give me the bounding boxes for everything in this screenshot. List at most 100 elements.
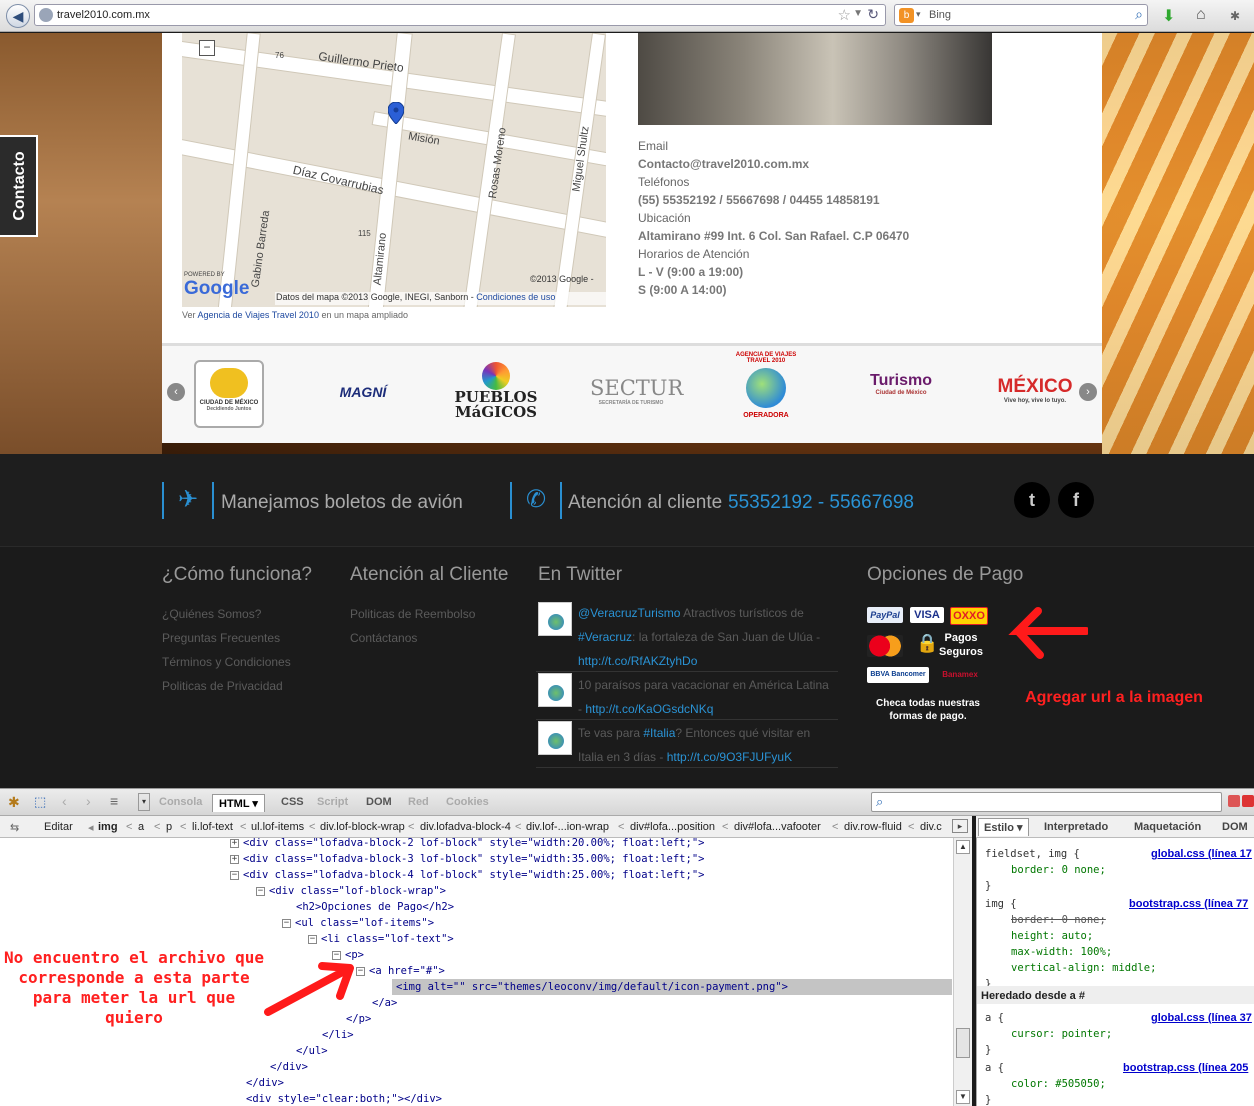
css-property[interactable]: max-width: 100%; — [1011, 944, 1112, 960]
css-property[interactable]: vertical-align: middle; — [1011, 960, 1156, 976]
tab-dom[interactable]: DOM — [366, 796, 392, 808]
breadcrumb-item[interactable]: div.lof-...ion-wrap — [526, 821, 609, 833]
footer-link[interactable]: Términos y Condiciones — [162, 655, 291, 669]
html-node[interactable]: + <div class="lofadva-block-2 lof-block" … — [230, 838, 704, 851]
payment-options-image[interactable]: PayPal VISA OXXO 🔒 Pagos Seguros BBVA Ba… — [866, 605, 990, 725]
breadcrumb-item[interactable]: a — [138, 821, 144, 833]
html-node[interactable]: − <a href="#"> — [356, 963, 445, 979]
contact-tab[interactable]: Contacto — [0, 135, 38, 237]
collapse-icon[interactable]: − — [256, 886, 265, 896]
html-node[interactable]: </div> — [270, 1059, 308, 1075]
css-selector[interactable]: img { — [985, 896, 1017, 912]
breadcrumb-item[interactable]: div.lofadva-block-4 — [420, 821, 511, 833]
view-larger-map-link[interactable]: Agencia de Viajes Travel 2010 — [198, 310, 319, 320]
breadcrumb-item[interactable]: ul.lof-items — [251, 821, 304, 833]
css-property-overridden[interactable]: border: 0 none; — [1011, 912, 1106, 928]
footer-link[interactable]: ¿Quiénes Somos? — [162, 607, 261, 621]
html-node[interactable]: + <div class="lofadva-block-3 lof-block" … — [230, 851, 704, 867]
html-node[interactable]: <h2>Opciones de Pago</h2> — [296, 899, 454, 915]
html-node[interactable]: − <ul class="lof-items"> — [282, 915, 434, 931]
bing-icon[interactable]: b — [899, 8, 914, 23]
logo-turismo[interactable]: Turismo Ciudad de México — [858, 372, 944, 396]
engine-dropdown-icon[interactable]: ▾ — [916, 9, 921, 20]
breadcrumb-item[interactable]: div#lofa...vafooter — [734, 821, 821, 833]
logo-sectur[interactable]: SECTUR SECRETARÍA DE TURISMO — [590, 376, 683, 406]
css-property[interactable]: color: #505050; — [1011, 1076, 1106, 1092]
reload-icon[interactable]: ↻ — [867, 6, 879, 23]
tab-script[interactable]: Script — [317, 796, 348, 808]
home-icon[interactable]: ⌂ — [1196, 6, 1206, 24]
css-property[interactable]: cursor: pointer; — [1011, 1026, 1112, 1042]
html-node-selected[interactable]: <img alt="" src="themes/leoconv/img/defa… — [392, 979, 952, 995]
html-node[interactable]: − <div class="lofadva-block-4 lof-block" … — [230, 867, 704, 883]
tab-red[interactable]: Red — [408, 796, 429, 808]
inspect-icon[interactable]: ⬚ — [34, 794, 46, 810]
terms-link[interactable]: Condiciones de uso — [476, 292, 555, 302]
tab-dom-side[interactable]: DOM — [1222, 821, 1248, 833]
forward-arrow-icon[interactable]: › — [86, 793, 91, 809]
logo-operadora[interactable]: AGENCIA DE VIAJES TRAVEL 2010 OPERADORA — [730, 352, 802, 419]
css-source-link[interactable]: bootstrap.css (línea 77 — [1129, 896, 1248, 912]
back-arrow-icon[interactable]: ‹ — [62, 793, 67, 809]
tweet-avatar[interactable] — [538, 673, 572, 707]
html-node[interactable]: − <div class="lof-block-wrap"> — [256, 883, 446, 899]
tweet-mention-link[interactable]: @VeracruzTurismo — [578, 606, 680, 620]
bookmark-star-icon[interactable]: ☆ — [838, 6, 851, 24]
html-node[interactable]: <div style="clear:both;"></div> — [246, 1091, 442, 1106]
breadcrumb-toggle-icon[interactable]: ⇆ — [10, 821, 19, 834]
panel-menu-icon[interactable]: ▾ — [138, 793, 150, 811]
firebug-icon[interactable]: ✱ — [1230, 9, 1240, 23]
carousel-prev-button[interactable]: ‹ — [167, 383, 185, 401]
expand-icon[interactable]: + — [230, 838, 239, 848]
breadcrumb-item[interactable]: img — [98, 821, 118, 833]
tab-cookies[interactable]: Cookies — [446, 796, 489, 808]
breadcrumb-scroll-icon[interactable]: ▸ — [952, 819, 968, 833]
tab-html[interactable]: HTML ▾ — [212, 794, 265, 812]
tab-consola[interactable]: Consola — [159, 796, 202, 808]
css-selector[interactable]: a { — [985, 1060, 1004, 1076]
footer-link[interactable]: Contáctanos — [350, 631, 417, 645]
html-node[interactable]: </ul> — [296, 1043, 328, 1059]
list-icon[interactable]: ≡ — [110, 793, 118, 809]
facebook-icon[interactable]: f — [1058, 482, 1094, 518]
tab-interpretado[interactable]: Interpretado — [1044, 821, 1108, 833]
download-icon[interactable]: ⬇ — [1162, 6, 1175, 26]
css-source-link[interactable]: bootstrap.css (línea 205 — [1123, 1060, 1248, 1076]
back-button[interactable]: ◀ — [6, 4, 30, 28]
scroll-thumb[interactable] — [956, 1028, 970, 1058]
tweet-url-link[interactable]: http://t.co/KaOGsdcNKq — [585, 702, 713, 716]
html-node[interactable]: </a> — [372, 995, 397, 1011]
tweet-url-link[interactable]: http://t.co/RfAKZtyhDo — [578, 654, 697, 668]
search-icon[interactable]: ⌕ — [1135, 6, 1143, 23]
collapse-icon[interactable]: − — [282, 918, 291, 928]
map-marker-icon[interactable] — [388, 102, 404, 124]
tab-css[interactable]: CSS — [281, 796, 304, 808]
logo-magni[interactable]: MAGNÍ — [320, 384, 406, 400]
scroll-up-icon[interactable]: ▲ — [956, 840, 970, 854]
search-bar[interactable]: b ▾ Bing ⌕ — [894, 4, 1148, 26]
breadcrumb-item[interactable]: div.c — [920, 821, 942, 833]
breadcrumb-item[interactable]: div.row-fluid — [844, 821, 902, 833]
css-selector[interactable]: fieldset, img { — [985, 846, 1080, 862]
scroll-down-icon[interactable]: ▼ — [956, 1090, 970, 1104]
tweet-avatar[interactable] — [538, 721, 572, 755]
footer-link[interactable]: Politicas de Reembolso — [350, 607, 475, 621]
firebug-search-input[interactable]: ⌕ — [871, 792, 1222, 812]
footer-link[interactable]: Preguntas Frecuentes — [162, 631, 280, 645]
firebug-bug-icon[interactable]: ✱ — [8, 794, 20, 811]
close-icon[interactable] — [1242, 795, 1254, 807]
breadcrumb-item[interactable]: li.lof-text — [192, 821, 233, 833]
breadcrumb-item[interactable]: div#lofa...position — [630, 821, 715, 833]
css-selector[interactable]: a { — [985, 1010, 1004, 1026]
history-dropdown-icon[interactable]: ▼ — [853, 8, 863, 19]
collapse-icon[interactable]: − — [230, 870, 239, 880]
breadcrumb-item[interactable]: div.lof-block-wrap — [320, 821, 405, 833]
tweet-avatar[interactable] — [538, 602, 572, 636]
map-zoom-out[interactable]: − — [199, 40, 215, 56]
tweet-url-link[interactable]: http://t.co/9O3FJUFyuK — [667, 750, 792, 764]
tweet-hashtag-link[interactable]: #Italia — [643, 726, 675, 740]
minimize-icon[interactable] — [1228, 795, 1240, 807]
logo-mexico[interactable]: MÉXICO Vive hoy, vive lo tuyo. — [992, 376, 1078, 404]
tab-maquetacion[interactable]: Maquetación — [1134, 821, 1201, 833]
breadcrumb-item[interactable]: p — [166, 821, 172, 833]
